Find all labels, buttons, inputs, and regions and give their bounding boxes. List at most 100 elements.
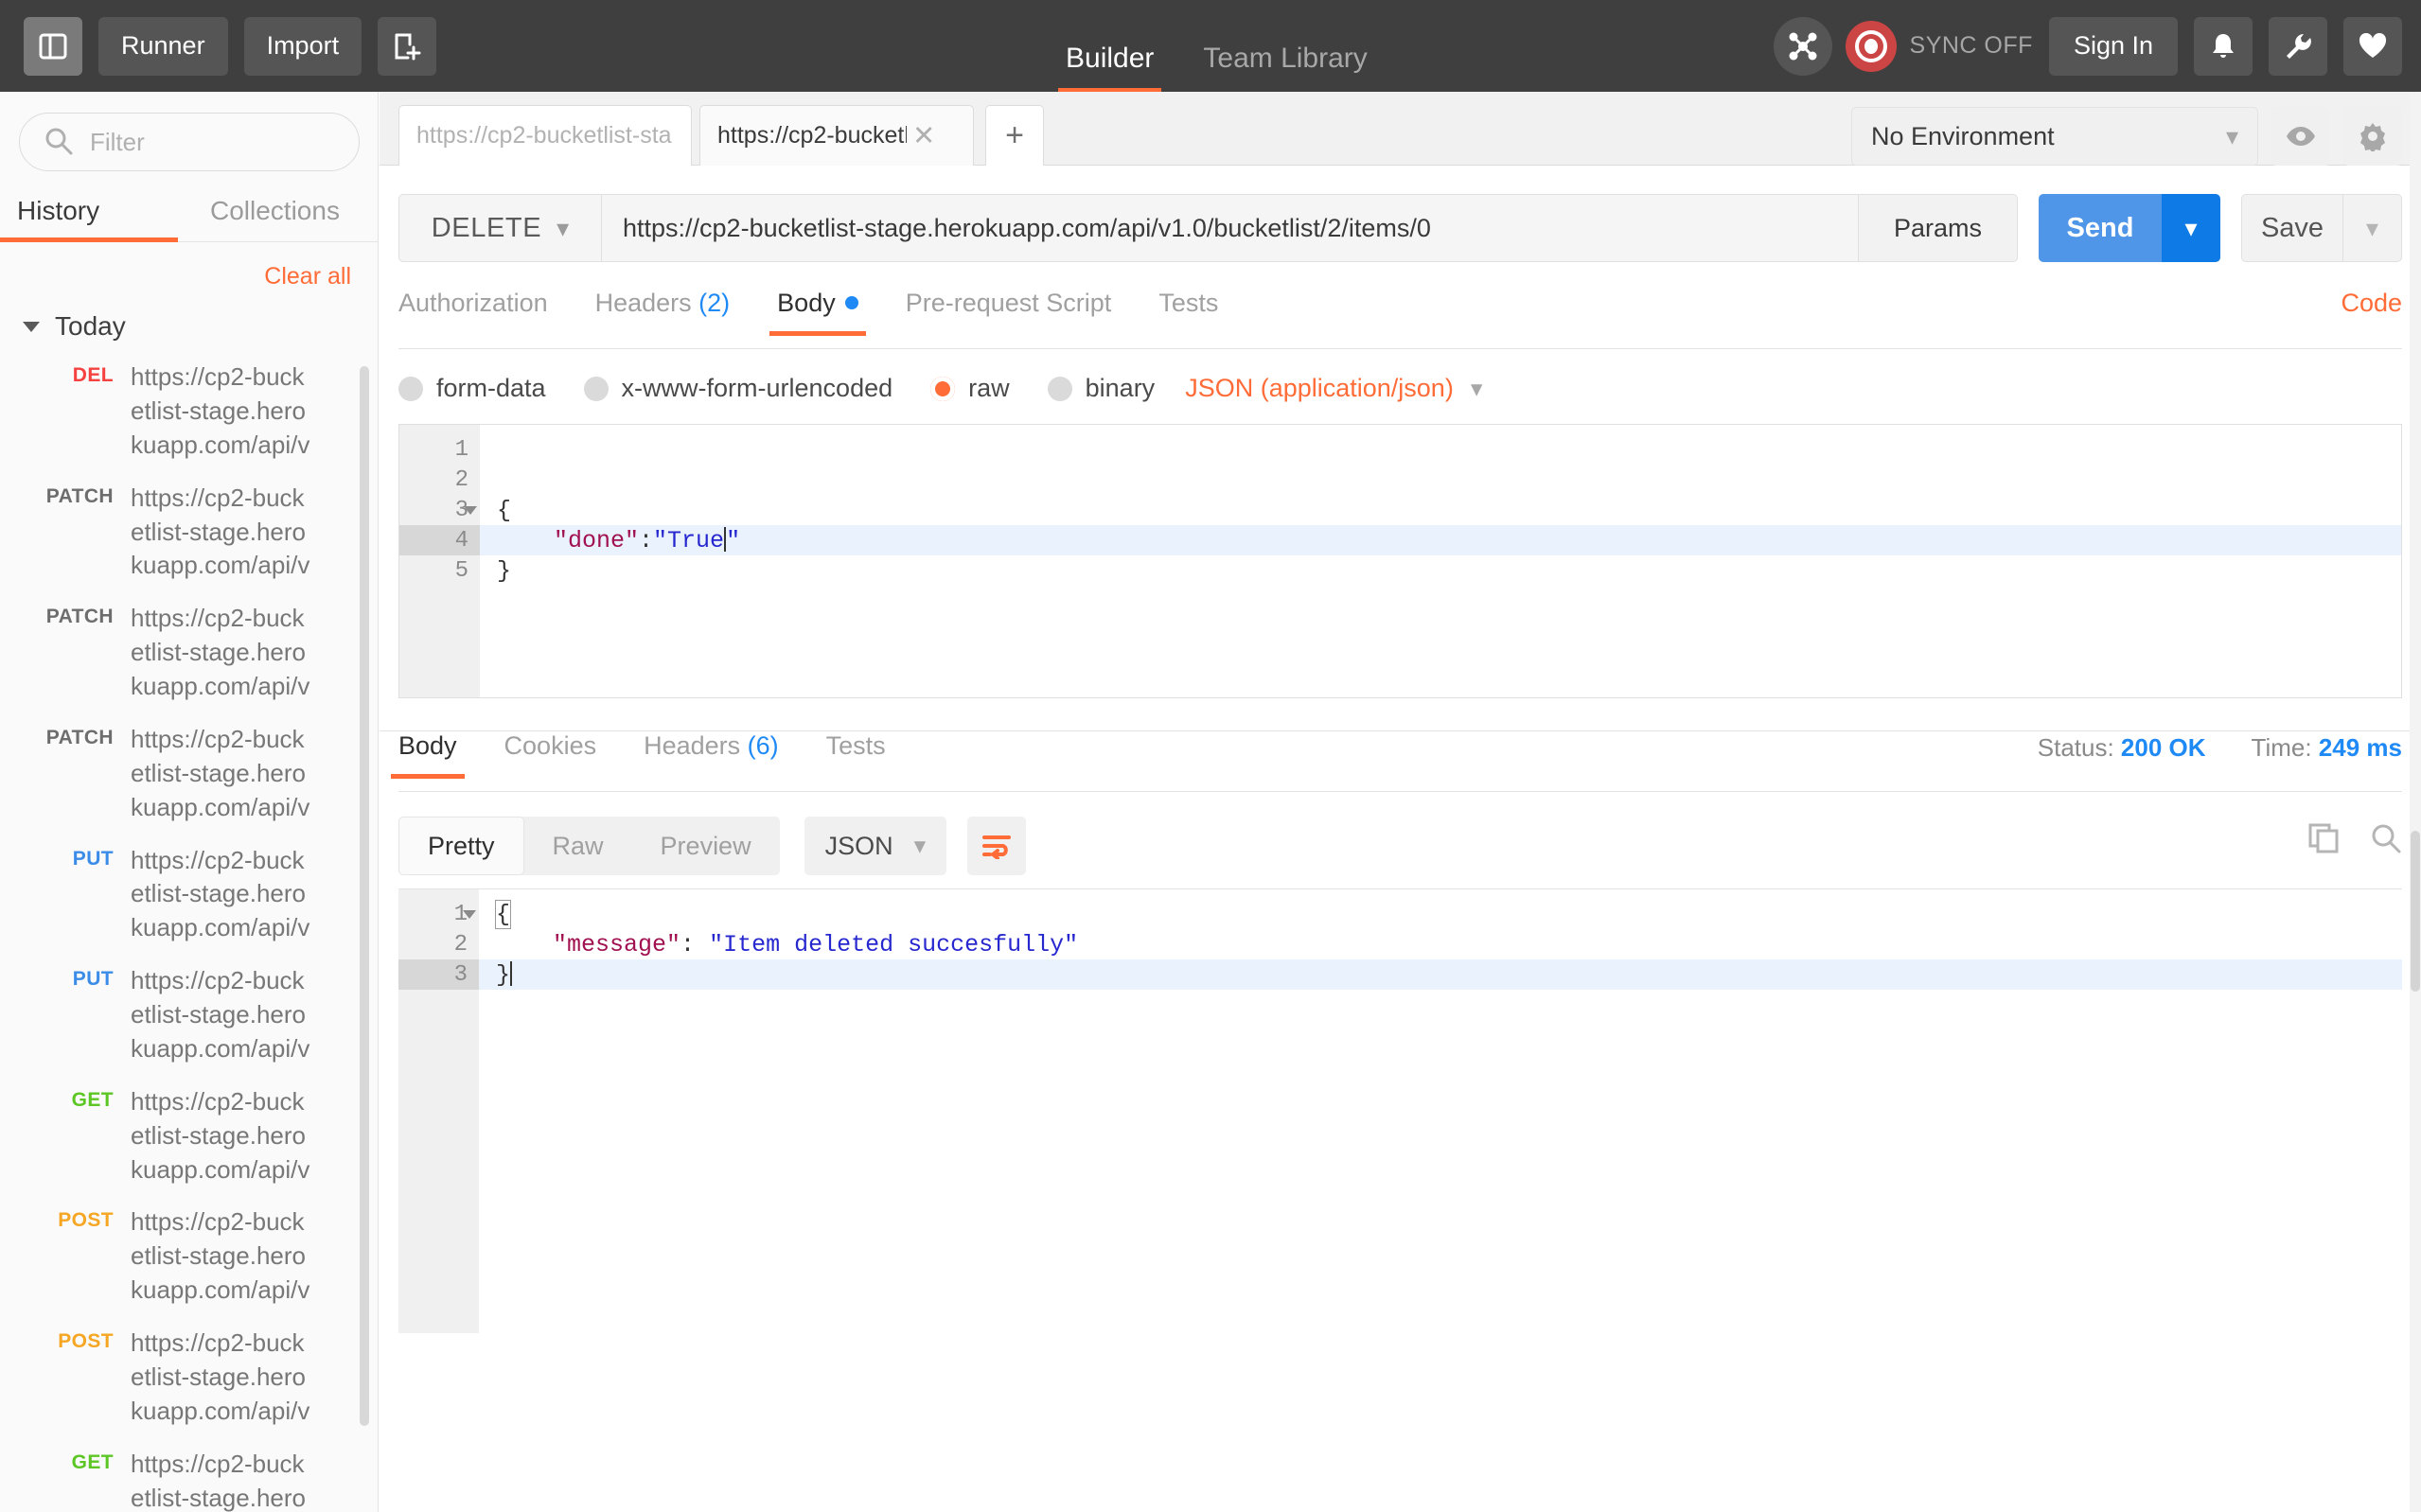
fold-arrow-icon[interactable]: [464, 505, 477, 515]
sidebar-toggle-button[interactable]: [24, 16, 82, 76]
history-item-url: https://cp2-bucketlist-stage.herokuapp.c…: [131, 1328, 310, 1425]
response-tab-tests[interactable]: Tests: [826, 731, 886, 778]
params-button[interactable]: Params: [1859, 194, 2018, 262]
history-item[interactable]: PATCH https://cp2-bucketlist-stage.heroku…: [0, 723, 378, 825]
main-scrollbar-track[interactable]: [2410, 93, 2421, 1512]
search-response-button[interactable]: [2370, 822, 2402, 859]
response-tab-cookies[interactable]: Cookies: [504, 731, 597, 778]
code-line: 3}: [398, 959, 2402, 990]
radio-button-icon[interactable]: [398, 376, 423, 401]
runner-label: Runner: [121, 31, 205, 60]
code-text: {: [480, 497, 511, 524]
http-method-select[interactable]: DELETE ▾: [398, 194, 602, 262]
sidebar-tab-collections[interactable]: Collections: [210, 196, 340, 241]
code-line: 1: [399, 434, 2401, 465]
request-tab-count: (2): [691, 289, 731, 317]
code-line: 4 "done":"True": [399, 525, 2401, 555]
response-view-pretty[interactable]: Pretty: [398, 817, 524, 875]
response-body-editor[interactable]: 1{2 "message": "Item deleted succesfully…: [398, 888, 2402, 1333]
line-number: 4: [399, 525, 480, 555]
save-options-button[interactable]: ▾: [2343, 194, 2402, 262]
environment-settings-button[interactable]: [2343, 107, 2402, 166]
response-tab-headers[interactable]: Headers (6): [644, 731, 779, 778]
close-icon[interactable]: ✕: [912, 119, 935, 152]
body-type-form-data[interactable]: form-data: [398, 374, 546, 403]
body-type-binary[interactable]: binary: [1047, 374, 1155, 403]
response-view-raw[interactable]: Raw: [524, 817, 632, 875]
settings-wrench-button[interactable]: [2269, 16, 2327, 76]
save-button-group: Save ▾: [2241, 194, 2402, 262]
fold-arrow-icon[interactable]: [463, 909, 476, 919]
favorites-button[interactable]: [2343, 16, 2402, 76]
save-button[interactable]: Save: [2241, 194, 2343, 262]
response-tab-body[interactable]: Body: [391, 731, 465, 779]
code-link[interactable]: Code: [2341, 289, 2402, 318]
request-body-editor[interactable]: 1 2 3{4 "done":"True" 5}: [398, 424, 2402, 698]
sidebar-tab-history[interactable]: History: [0, 196, 178, 242]
new-request-button[interactable]: [378, 16, 437, 76]
environment-select[interactable]: No Environment ▾: [1851, 107, 2258, 166]
environment-quick-look-button[interactable]: [2271, 107, 2330, 166]
request-tab-tests[interactable]: Tests: [1158, 289, 1218, 335]
plus-icon: +: [1005, 117, 1024, 153]
history-item[interactable]: GET https://cp2-bucketlist-stage.herokuap…: [0, 1448, 378, 1512]
request-code-lines: 1 2 3{4 "done":"True" 5}: [399, 425, 2401, 586]
import-button[interactable]: Import: [243, 16, 362, 76]
response-format-select[interactable]: JSON ▾: [804, 817, 947, 875]
radio-button-icon[interactable]: [930, 376, 956, 401]
request-tab-strip: https://cp2-bucketlist-stage. https://cp…: [380, 92, 2421, 166]
clear-all-label: Clear all: [264, 263, 351, 290]
chevron-down-icon: ▾: [2225, 121, 2238, 150]
response-icon-actions: [2307, 822, 2402, 859]
history-item[interactable]: PUT https://cp2-bucketlist-stage.herokuap…: [0, 844, 378, 946]
request-tab-1[interactable]: https://cp2-bucketlist-stage.: [398, 105, 692, 166]
runner-button[interactable]: Runner: [98, 16, 228, 76]
history-group-today[interactable]: Today: [23, 311, 378, 342]
wrench-icon: [2287, 33, 2311, 59]
request-tab-pre-request-script[interactable]: Pre-request Script: [906, 289, 1112, 335]
raw-format-select[interactable]: JSON (application/json) ▾: [1185, 374, 1482, 403]
copy-icon: [2308, 823, 2339, 853]
notifications-button[interactable]: [2194, 16, 2253, 76]
interceptor-button[interactable]: [1773, 16, 1832, 76]
search-icon: [45, 128, 73, 155]
code-token: "Item deleted succesfully": [709, 930, 1079, 958]
radio-button-icon[interactable]: [583, 376, 609, 401]
history-item[interactable]: POST https://cp2-bucketlist-stage.herokua…: [0, 1327, 378, 1429]
request-tab-authorization[interactable]: Authorization: [398, 289, 548, 335]
request-tab-2[interactable]: https://cp2-bucketlist- ✕: [699, 105, 974, 166]
request-tab-label: Authorization: [398, 289, 548, 317]
history-item-method: POST: [58, 1209, 114, 1232]
main-scrollbar-thumb[interactable]: [2411, 831, 2420, 992]
tab-builder[interactable]: Builder: [1041, 43, 1178, 92]
history-item-url: https://cp2-bucketlist-stage.herokuapp.c…: [131, 845, 310, 942]
history-item[interactable]: DEL https://cp2-bucketlist-stage.herokuap…: [0, 360, 378, 463]
body-type-raw[interactable]: raw: [930, 374, 1010, 403]
code-text: "message": "Item deleted succesfully": [479, 931, 1078, 958]
send-options-button[interactable]: ▾: [2162, 194, 2220, 262]
sync-status-button[interactable]: SYNC OFF: [1845, 20, 2033, 72]
sign-in-button[interactable]: Sign In: [2048, 16, 2178, 76]
sidebar-scrollbar[interactable]: [360, 366, 369, 1426]
code-line: 5}: [399, 555, 2401, 586]
copy-response-button[interactable]: [2307, 822, 2340, 859]
request-url-input[interactable]: [602, 194, 1859, 262]
new-request-tab-button[interactable]: +: [985, 105, 1044, 166]
send-button-group: Send ▾: [2039, 194, 2220, 262]
request-tab-label: Body: [777, 289, 836, 317]
sidebar-tab-collections-label: Collections: [210, 196, 340, 225]
tab-team-library[interactable]: Team Library: [1178, 43, 1391, 92]
response-view-preview[interactable]: Preview: [632, 817, 780, 875]
clear-all-button[interactable]: Clear all: [0, 242, 378, 290]
word-wrap-button[interactable]: [967, 817, 1027, 875]
request-tab-body[interactable]: Body: [769, 289, 866, 336]
history-item[interactable]: PATCH https://cp2-bucketlist-stage.heroku…: [0, 602, 378, 704]
radio-button-icon[interactable]: [1047, 376, 1072, 401]
request-tab-headers[interactable]: Headers (2): [595, 289, 731, 335]
send-button[interactable]: Send: [2039, 194, 2162, 262]
history-item[interactable]: PUT https://cp2-bucketlist-stage.herokuap…: [0, 964, 378, 1066]
history-item[interactable]: PATCH https://cp2-bucketlist-stage.heroku…: [0, 482, 378, 584]
history-item[interactable]: GET https://cp2-bucketlist-stage.herokuap…: [0, 1085, 378, 1187]
body-type-x-www-form-urlencoded[interactable]: x-www-form-urlencoded: [583, 374, 892, 403]
history-item[interactable]: POST https://cp2-bucketlist-stage.herokua…: [0, 1205, 378, 1308]
